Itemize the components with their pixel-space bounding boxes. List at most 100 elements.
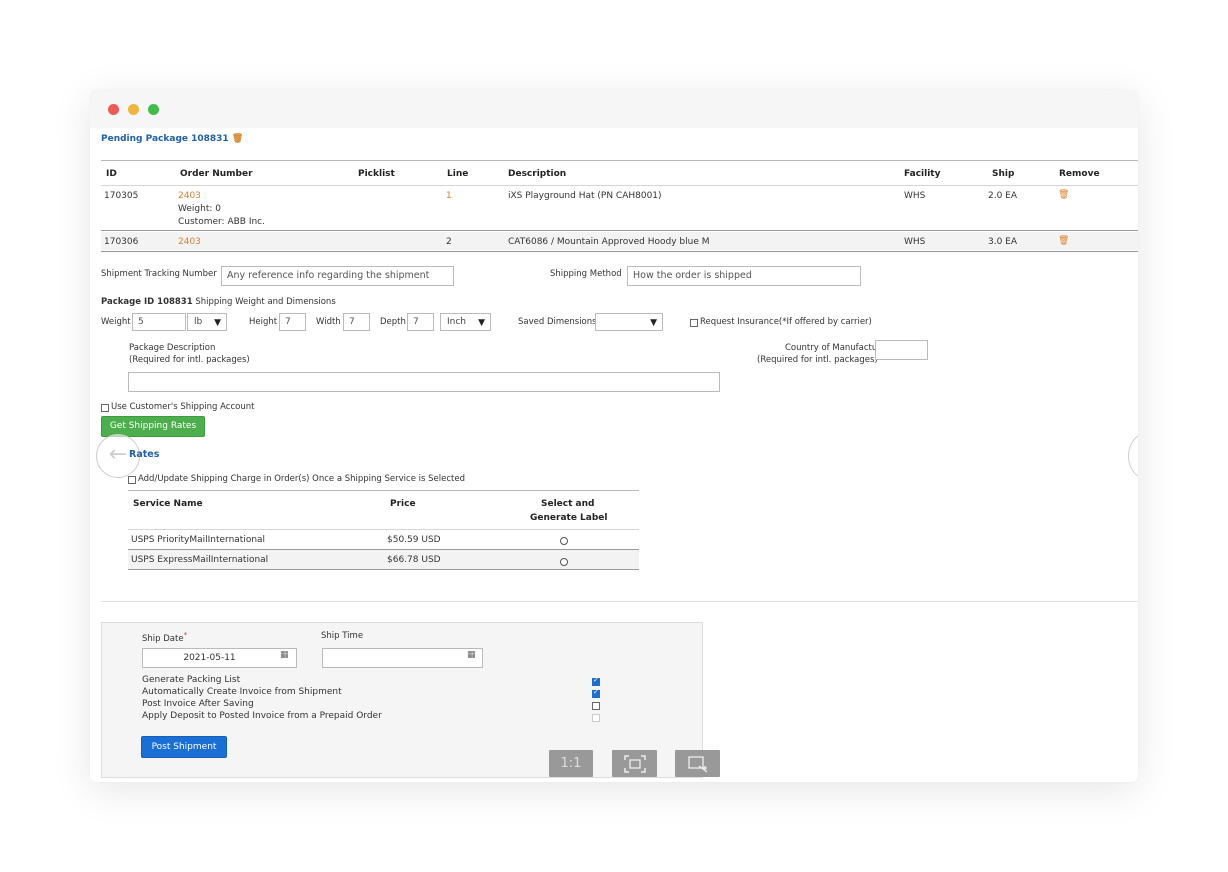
calendar-icon[interactable]: ▦ [280,650,289,660]
fit-screen-icon[interactable] [612,750,657,777]
col-header-id: ID [106,169,117,179]
package-description-note: (Required for intl. packages) [129,355,250,365]
country-of-manufacture-input[interactable] [875,340,928,360]
option-post-invoice-label: Post Invoice After Saving [142,699,254,709]
weight-input[interactable]: 5 [132,313,186,331]
use-customer-account-label: Use Customer's Shipping Account [111,402,255,412]
ship-time-input[interactable] [322,648,483,668]
tracking-label: Shipment Tracking Number [101,269,217,279]
rate2-service: USPS ExpressMailInternational [131,555,269,565]
height-label: Height [249,317,278,327]
dimension-unit-value: Inch [447,317,467,327]
next-arrow-icon[interactable] [1128,434,1138,478]
col-header-ship: Ship [992,169,1015,179]
row1-id: 170305 [104,191,139,201]
saved-dimensions-select[interactable]: ▼ [595,313,663,331]
trash-icon[interactable]: 🗑 [232,134,243,144]
tracking-number-input[interactable]: Any reference info regarding the shipmen… [221,266,454,286]
row1-customer: Customer: ABB Inc. [178,217,265,227]
post-invoice-checkbox[interactable] [592,702,600,710]
request-insurance-label: Request Insurance(*If offered by carrier… [700,317,872,327]
crop-glyph [687,756,707,773]
row2-line: 2 [446,237,452,247]
saved-dimensions-label: Saved Dimensions [518,317,597,327]
rate2-select-radio[interactable] [560,558,568,566]
row1-order-link[interactable]: 2403 [178,191,201,201]
row1-description: iXS Playground Hat (PN CAH8001) [508,191,662,201]
auto-create-invoice-checkbox[interactable] [592,688,600,698]
rates-col-service: Service Name [133,499,203,509]
weight-unit-value: lb [194,317,203,327]
app-window: Pending Package 108831 🗑 ID Order Number… [90,90,1138,782]
row1-facility: WHS [904,191,926,201]
row2-id: 170306 [104,237,139,247]
chevron-down-icon: ▼ [650,318,657,328]
package-title-row: Pending Package 108831 🗑 [101,134,243,144]
weight-unit-select[interactable]: lb ▼ [187,313,227,331]
header-divider [101,185,1138,186]
close-window-button[interactable] [108,104,119,115]
row1-line[interactable]: 1 [446,191,452,201]
ship-date-label: Ship Date [142,633,184,644]
height-input[interactable]: 7 [279,313,306,331]
add-shipping-charge-checkbox[interactable] [128,476,136,484]
package-title: Pending Package 108831 [101,134,229,144]
title-bar [90,90,1138,128]
col-header-line: Line [447,169,469,179]
maximize-window-button[interactable] [148,104,159,115]
col-header-description: Description [508,169,567,179]
rates-table-bottom [128,569,639,570]
trash-icon[interactable]: 🗑 [1058,190,1069,200]
rates-col-select-1: Select and [541,499,595,509]
package-description-label: Package Description [129,343,216,353]
dimensions-heading-text: Shipping Weight and Dimensions [195,297,336,307]
chevron-down-icon: ▼ [214,318,221,328]
option-generate-packing-list-label: Generate Packing List [142,675,241,685]
row2-description: CAT6086 / Mountain Approved Hoody blue M [508,237,710,247]
post-shipment-button[interactable]: Post Shipment [141,736,227,758]
request-insurance-checkbox[interactable] [690,319,698,327]
rate1-select-radio[interactable] [560,537,568,545]
package-description-input[interactable] [128,372,720,392]
shipping-page: Pending Package 108831 🗑 ID Order Number… [90,128,1138,782]
rate2-price: $66.78 USD [387,555,441,565]
rates-title: Rates [129,449,160,460]
ship-date-label-row: Ship Date* [142,631,187,644]
col-header-order: Order Number [180,169,253,179]
rates-col-price: Price [390,499,416,509]
apply-deposit-checkbox [592,714,600,722]
use-customer-account-checkbox[interactable] [101,404,109,412]
depth-input[interactable]: 7 [407,313,434,331]
screenshot-crop-icon[interactable] [675,750,720,777]
shipping-method-label: Shipping Method [550,269,622,279]
dimensions-heading: Package ID 108831 Shipping Weight and Di… [101,297,336,307]
rate1-price: $50.59 USD [387,535,441,545]
rates-table-top [128,490,639,491]
trash-icon[interactable]: 🗑 [1058,236,1069,246]
required-mark: * [183,631,188,639]
country-of-manufacture-note: (Required for intl. packages) [757,355,878,365]
ship-date-input[interactable]: 2021-05-11 [142,648,297,668]
width-label: Width [316,317,341,327]
row2-order-link[interactable]: 2403 [178,237,201,247]
weight-label: Weight [101,317,131,327]
ship-time-label: Ship Time [321,631,364,641]
section-divider [101,601,1138,602]
row1-ship: 2.0 EA [988,191,1018,201]
minimize-window-button[interactable] [128,104,139,115]
rates-col-select-2: Generate Label [530,513,608,523]
rates-header-divider [128,529,639,530]
one-to-one-button[interactable]: 1:1 [549,750,593,777]
generate-packing-list-checkbox[interactable] [592,676,600,686]
col-header-remove: Remove [1059,169,1100,179]
depth-label: Depth [380,317,406,327]
table-bottom-border [101,251,1138,252]
col-header-picklist: Picklist [358,169,395,179]
calendar-icon[interactable]: ▦ [467,650,476,660]
row2-ship: 3.0 EA [988,237,1018,247]
row2-facility: WHS [904,237,926,247]
country-of-manufacture-label: Country of Manufacture [785,343,886,353]
shipping-method-input[interactable]: How the order is shipped [627,266,861,286]
dimension-unit-select[interactable]: Inch ▼ [440,313,491,331]
width-input[interactable]: 7 [343,313,370,331]
